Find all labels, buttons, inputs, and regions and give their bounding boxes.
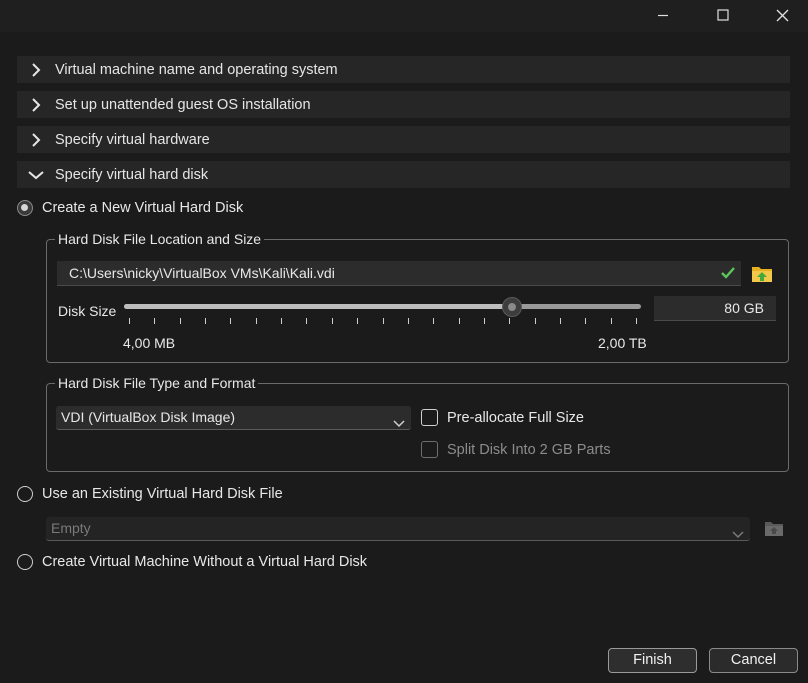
- split-disk-checkbox-row: Split Disk Into 2 GB Parts: [421, 441, 611, 458]
- slider-tick: [535, 318, 536, 324]
- split-disk-checkbox: [421, 441, 438, 458]
- section-label: Specify virtual hardware: [55, 131, 210, 148]
- radio-button[interactable]: [17, 554, 33, 570]
- title-bar: [0, 0, 808, 32]
- disk-format-value: VDI (VirtualBox Disk Image): [61, 409, 236, 425]
- file-type-group: Hard Disk File Type and Format VDI (Virt…: [46, 375, 789, 472]
- slider-tick: [383, 318, 384, 324]
- cancel-button[interactable]: Cancel: [709, 648, 798, 673]
- slider-tick: [509, 318, 510, 324]
- group-title: Hard Disk File Location and Size: [55, 231, 265, 247]
- slider-handle[interactable]: [502, 297, 522, 317]
- slider-tick: [459, 318, 460, 324]
- slider-tick: [408, 318, 409, 324]
- close-icon: [776, 9, 788, 21]
- slider-ticks: [129, 318, 641, 326]
- slider-tick: [230, 318, 231, 324]
- slider-tick: [154, 318, 155, 324]
- radio-label: Use an Existing Virtual Hard Disk File: [42, 486, 283, 502]
- slider-tick: [129, 318, 130, 324]
- slider-max-label: 2,00 TB: [598, 335, 647, 351]
- section-label: Virtual machine name and operating syste…: [55, 61, 338, 78]
- section-unattended-install[interactable]: Set up unattended guest OS installation: [17, 91, 790, 118]
- radio-button[interactable]: [17, 200, 33, 216]
- disk-path-field[interactable]: C:\Users\nicky\VirtualBox VMs\Kali\Kali.…: [57, 261, 741, 286]
- minimize-button[interactable]: [640, 0, 686, 30]
- section-virtual-hard-disk[interactable]: Specify virtual hard disk: [17, 161, 790, 188]
- slider-tick: [332, 318, 333, 324]
- existing-disk-browse-button: [763, 518, 785, 538]
- slider-tick: [306, 318, 307, 324]
- preallocate-checkbox[interactable]: [421, 409, 438, 426]
- browse-folder-button[interactable]: [750, 262, 774, 284]
- radio-create-new-disk[interactable]: Create a New Virtual Hard Disk: [17, 200, 243, 216]
- preallocate-checkbox-row[interactable]: Pre-allocate Full Size: [421, 409, 584, 426]
- section-virtual-hardware[interactable]: Specify virtual hardware: [17, 126, 790, 153]
- radio-no-disk[interactable]: Create Virtual Machine Without a Virtual…: [17, 554, 367, 570]
- disk-size-slider[interactable]: [124, 297, 641, 317]
- close-button[interactable]: [759, 0, 805, 30]
- folder-icon: [765, 522, 783, 536]
- radio-use-existing-disk[interactable]: Use an Existing Virtual Hard Disk File: [17, 486, 283, 502]
- section-label: Set up unattended guest OS installation: [55, 96, 311, 113]
- slider-tick: [357, 318, 358, 324]
- section-label: Specify virtual hard disk: [55, 166, 209, 183]
- section-vm-name-os[interactable]: Virtual machine name and operating syste…: [17, 56, 790, 83]
- finish-button[interactable]: Finish: [608, 648, 697, 673]
- chevron-down-icon: [732, 523, 744, 546]
- slider-tick: [484, 318, 485, 324]
- maximize-icon: [717, 9, 729, 21]
- folder-icon: [752, 267, 772, 282]
- chevron-right-icon: [17, 132, 55, 147]
- maximize-button[interactable]: [700, 0, 746, 30]
- location-size-group: Hard Disk File Location and Size C:\User…: [46, 231, 789, 363]
- minimize-icon: [658, 14, 668, 17]
- slider-tick: [281, 318, 282, 324]
- disk-size-value: 80 GB: [724, 300, 764, 316]
- slider-tick: [611, 318, 612, 324]
- slider-fill: [124, 304, 512, 309]
- split-disk-label: Split Disk Into 2 GB Parts: [447, 441, 611, 458]
- slider-tick: [560, 318, 561, 324]
- disk-size-label: Disk Size: [58, 303, 117, 319]
- group-title: Hard Disk File Type and Format: [55, 375, 259, 391]
- chevron-down-icon: [393, 412, 405, 435]
- slider-tick: [180, 318, 181, 324]
- slider-tick: [585, 318, 586, 324]
- disk-path-value: C:\Users\nicky\VirtualBox VMs\Kali\Kali.…: [69, 265, 335, 281]
- slider-tick: [256, 318, 257, 324]
- slider-tick: [205, 318, 206, 324]
- chevron-right-icon: [17, 62, 55, 77]
- existing-disk-value: Empty: [51, 520, 91, 536]
- chevron-right-icon: [17, 97, 55, 112]
- disk-size-field[interactable]: 80 GB: [654, 296, 776, 321]
- radio-label: Create a New Virtual Hard Disk: [42, 200, 244, 216]
- radio-label: Create Virtual Machine Without a Virtual…: [42, 554, 368, 570]
- disk-format-select[interactable]: VDI (VirtualBox Disk Image): [56, 406, 411, 430]
- wizard-content: Virtual machine name and operating syste…: [0, 32, 808, 683]
- checkmark-icon: [721, 261, 735, 287]
- chevron-down-icon: [17, 170, 55, 180]
- radio-button[interactable]: [17, 486, 33, 502]
- preallocate-label: Pre-allocate Full Size: [447, 409, 584, 426]
- slider-tick: [636, 318, 637, 324]
- existing-disk-select: Empty: [46, 517, 750, 541]
- slider-tick: [433, 318, 434, 324]
- slider-min-label: 4,00 MB: [123, 335, 176, 351]
